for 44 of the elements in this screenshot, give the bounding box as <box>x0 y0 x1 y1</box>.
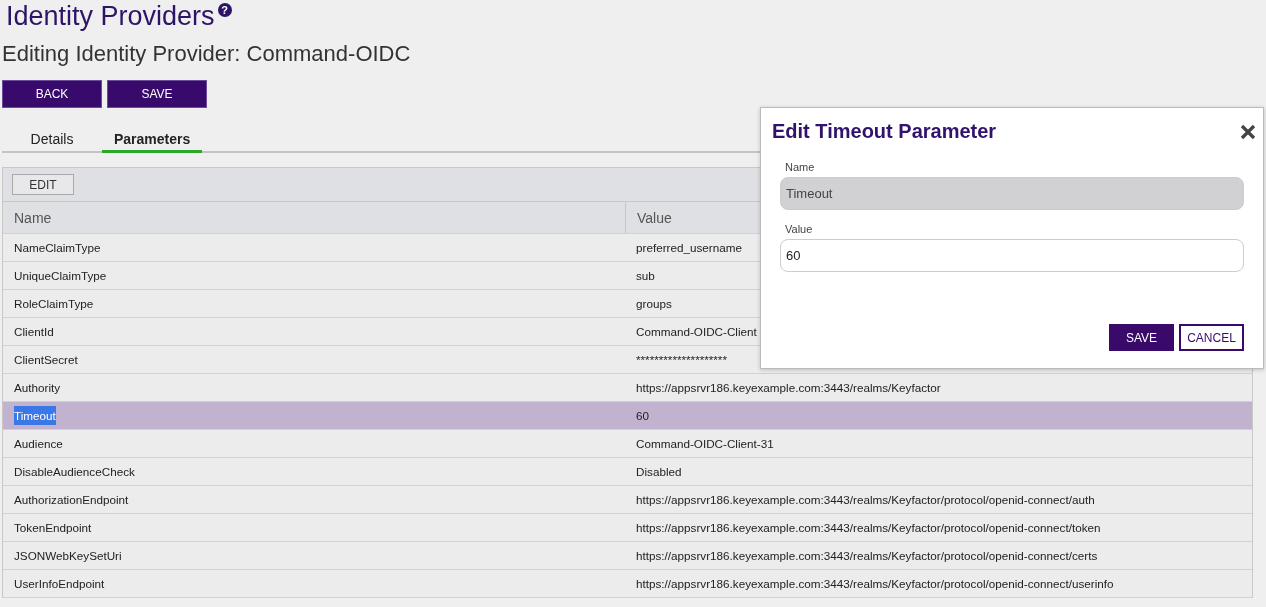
table-cell: UniqueClaimType <box>14 269 107 282</box>
table-cell: Audience <box>14 437 63 450</box>
table-cell: https://appsrvr186.keyexample.com:3443/realms/Keyfactor <box>636 381 941 394</box>
table-cell: ClientId <box>14 325 54 338</box>
close-icon[interactable] <box>1240 123 1256 140</box>
table-cell: https://appsrvr186.keyexample.com:3443/realms/Keyfactor/protocol/openid-connect/userinfo <box>636 577 1114 590</box>
table-cell: AuthorizationEndpoint <box>14 493 129 506</box>
table-cell: sub <box>636 269 655 282</box>
table-cell: https://appsrvr186.keyexample.com:3443/realms/Keyfactor/protocol/openid-connect/certs <box>636 549 1098 562</box>
table-cell: NameClaimType <box>14 241 101 254</box>
table-cell: Timeout <box>14 406 56 425</box>
dialog-title: Edit Timeout Parameter <box>772 120 997 143</box>
page-subtitle: Editing Identity Provider: Command-OIDC <box>2 40 412 68</box>
table-cell: RoleClaimType <box>14 297 94 310</box>
cancel-button[interactable]: CANCEL <box>1179 324 1244 351</box>
tab[interactable]: Parameters <box>102 125 202 153</box>
column-header[interactable]: Name <box>14 209 52 226</box>
table-cell: ******************** <box>636 353 727 366</box>
table-cell: preferred_username <box>636 241 742 254</box>
table-cell: JSONWebKeySetUri <box>14 549 122 562</box>
help-icon[interactable]: ? <box>217 3 232 17</box>
table-cell: 60 <box>636 409 649 422</box>
input-field[interactable]: 60 <box>780 239 1244 272</box>
page-title: Identity Providers <box>6 0 215 32</box>
table-cell: https://appsrvr186.keyexample.com:3443/realms/Keyfactor/protocol/openid-connect/auth <box>636 493 1095 506</box>
action-button[interactable]: SAVE <box>107 80 207 108</box>
table-cell: Command-OIDC-Client <box>636 325 757 338</box>
table-cell: DisableAudienceCheck <box>14 465 135 478</box>
table-cell: https://appsrvr186.keyexample.com:3443/realms/Keyfactor/protocol/openid-connect/token <box>636 521 1101 534</box>
table-cell: groups <box>636 297 672 310</box>
tab[interactable]: Details <box>2 125 102 153</box>
table-cell: Command-OIDC-Client-31 <box>636 437 774 450</box>
field-label: Value <box>785 223 814 235</box>
column-header[interactable]: Value <box>637 209 672 226</box>
edit-button[interactable]: EDIT <box>12 174 74 195</box>
table-cell: TokenEndpoint <box>14 521 92 534</box>
table-cell: Disabled <box>636 465 682 478</box>
save-button[interactable]: SAVE <box>1109 324 1174 351</box>
field-label: Name <box>785 161 816 173</box>
selected-table-row[interactable]: Timeout 60 <box>3 402 1252 430</box>
action-button[interactable]: BACK <box>2 80 102 108</box>
table-cell: Authority <box>14 381 61 394</box>
table-cell: ClientSecret <box>14 353 78 366</box>
table-cell: UserInfoEndpoint <box>14 577 105 590</box>
